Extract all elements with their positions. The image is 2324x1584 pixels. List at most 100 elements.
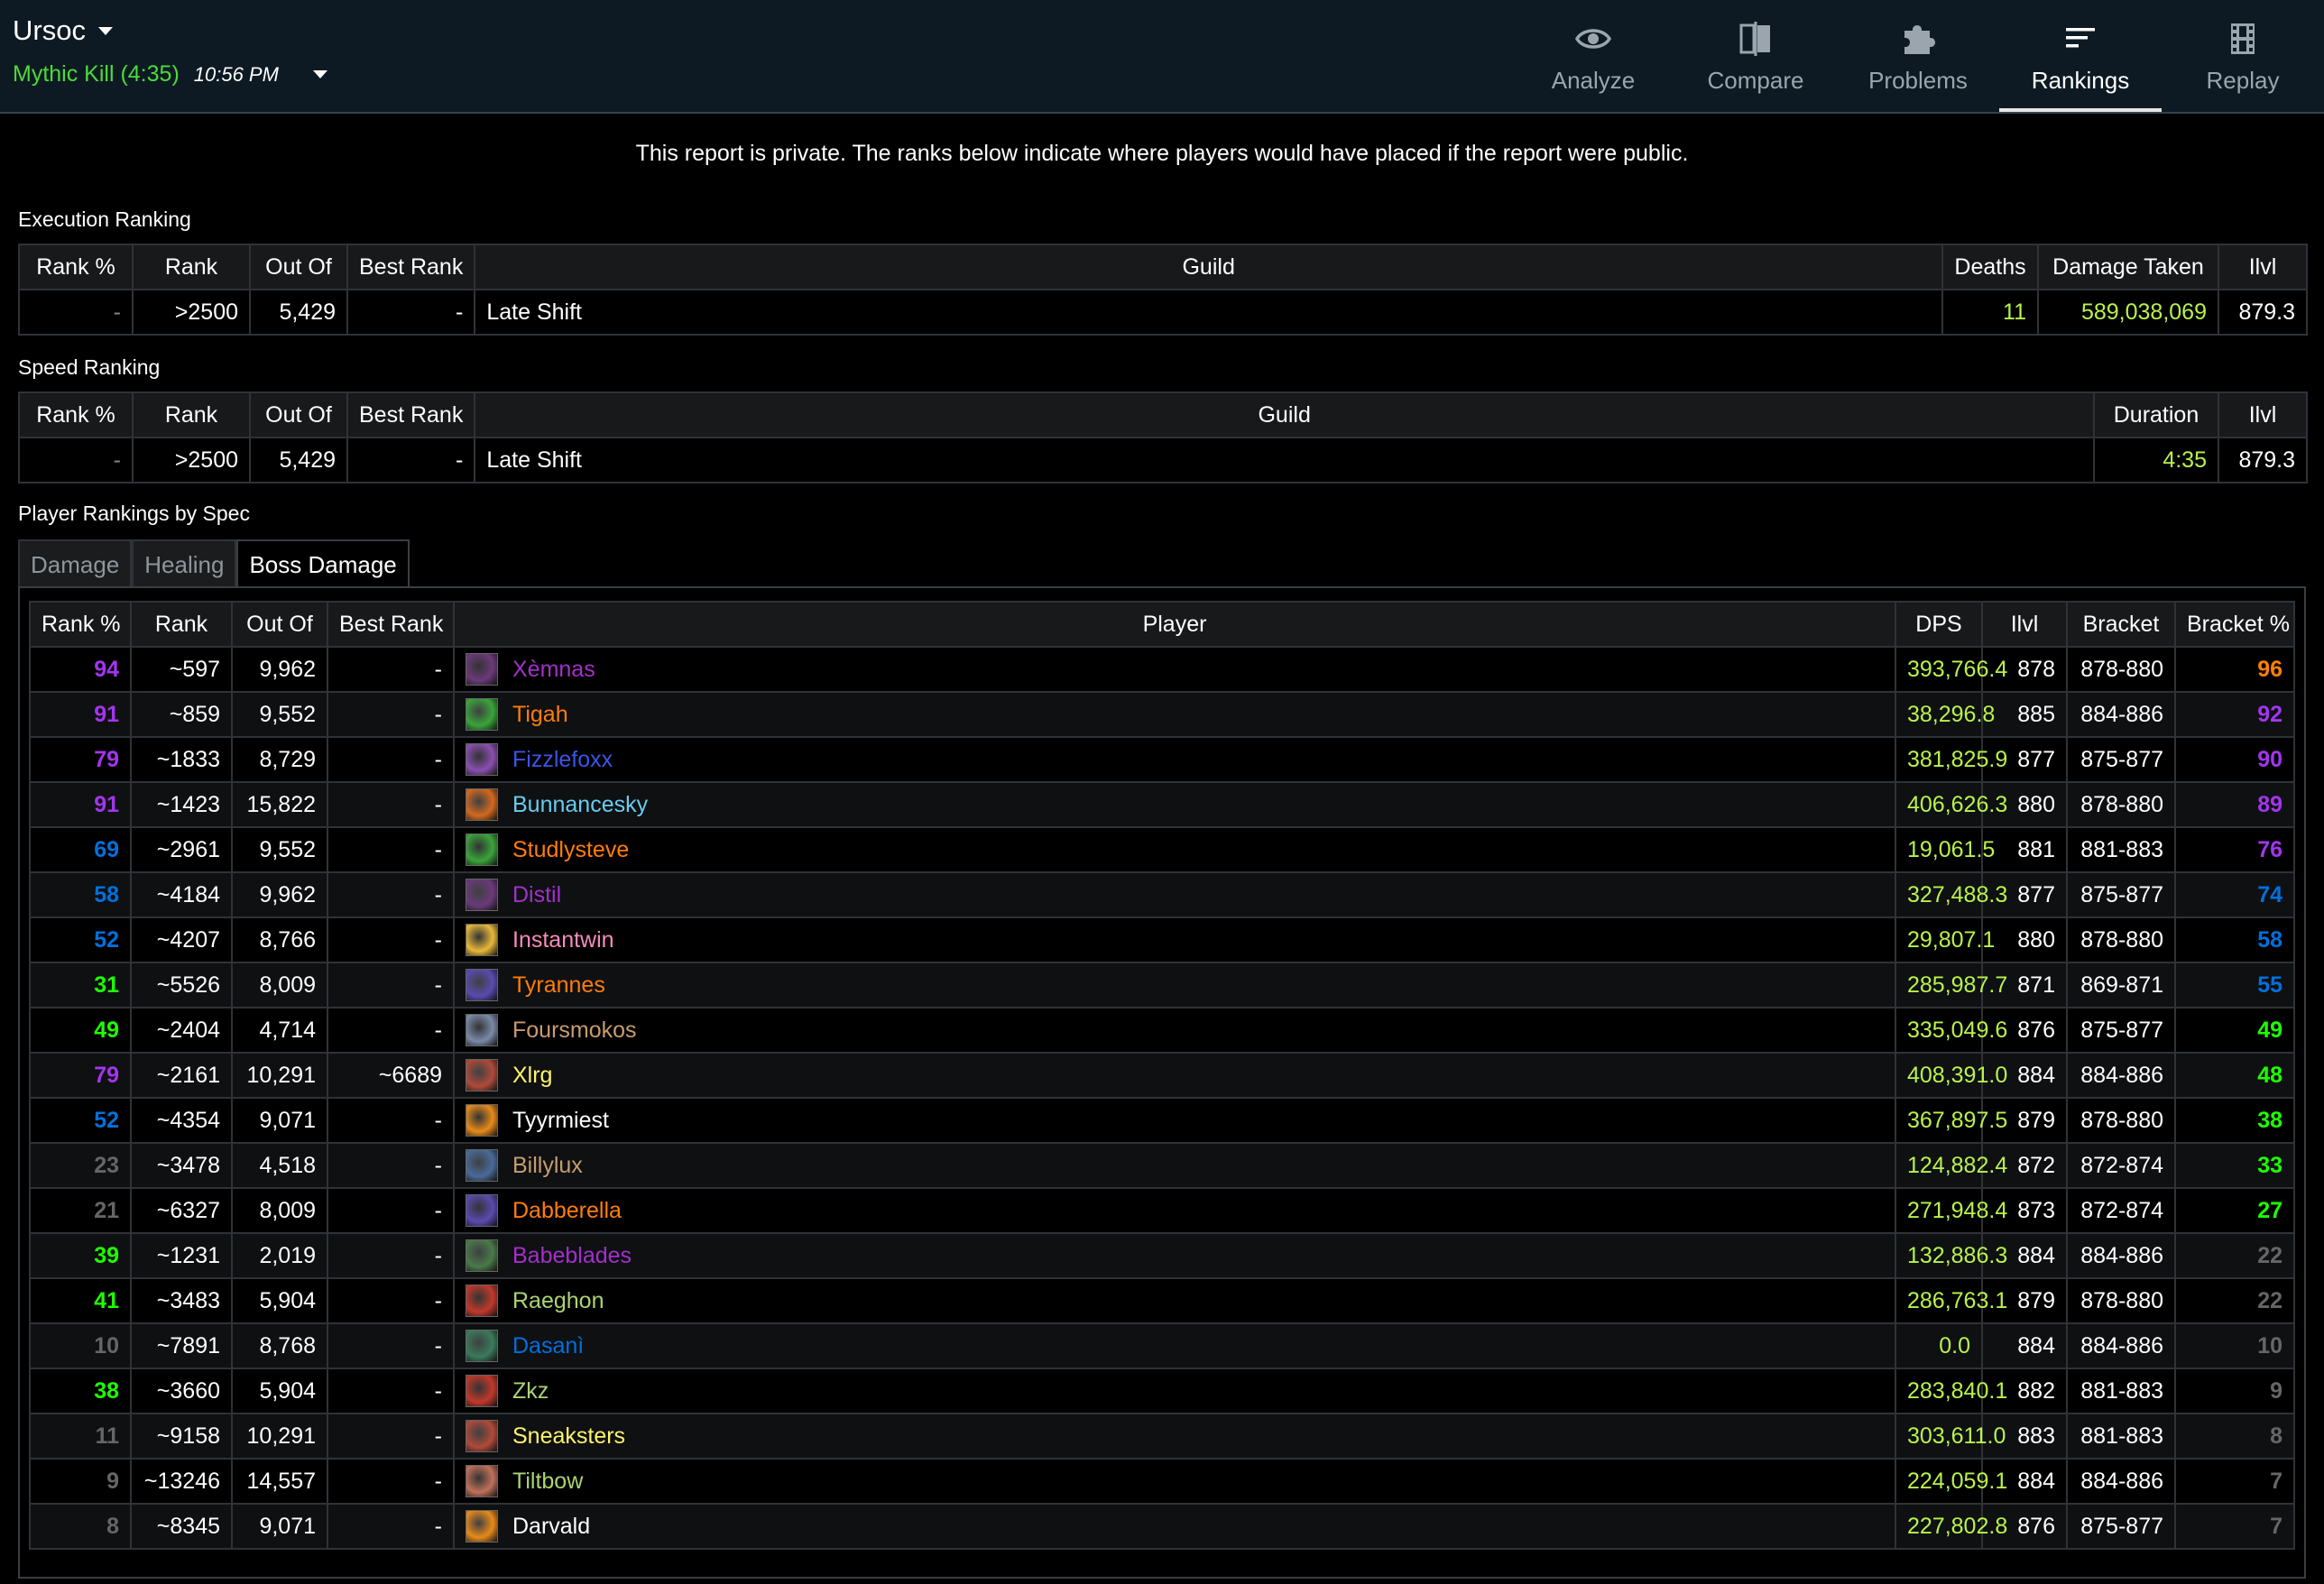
player-cell[interactable]: Distil	[453, 871, 1896, 918]
player-name[interactable]: Billylux	[512, 1153, 583, 1179]
best-rank-cell: -	[327, 826, 455, 873]
player-cell[interactable]: Instantwin	[453, 916, 1896, 963]
column-header[interactable]: Damage Taken	[2037, 244, 2219, 290]
nav-rankings[interactable]: Rankings	[1999, 0, 2162, 112]
column-header[interactable]: Out Of	[231, 601, 328, 648]
player-name[interactable]: Tyrannes	[512, 972, 605, 999]
column-header[interactable]: Rank %	[18, 244, 134, 290]
player-name[interactable]: Babeblades	[512, 1243, 632, 1269]
player-name[interactable]: Raeghon	[512, 1288, 604, 1314]
nav-replay[interactable]: Replay	[2162, 0, 2324, 112]
player-cell[interactable]: Dasanì	[453, 1322, 1896, 1369]
column-header[interactable]: Rank %	[18, 391, 134, 438]
player-name[interactable]: Dasanì	[512, 1333, 584, 1359]
player-name[interactable]: Xèmnas	[512, 657, 595, 683]
player-name[interactable]: Tigah	[512, 702, 568, 728]
column-header[interactable]: Best Rank	[346, 244, 476, 290]
column-header[interactable]: Guild	[474, 244, 1943, 290]
player-name[interactable]: Distil	[512, 882, 561, 908]
player-name[interactable]: Xlrg	[512, 1063, 552, 1089]
bracket-pct-cell: 55	[2174, 962, 2295, 1008]
bracket-pct-cell: 76	[2174, 826, 2295, 873]
ilvl-cell: 880	[1981, 916, 2068, 963]
player-name[interactable]: Studlysteve	[512, 837, 629, 863]
column-header[interactable]: Out Of	[249, 391, 348, 438]
column-header[interactable]: Player	[453, 601, 1896, 648]
table-row: 31 ~5526 8,009- Tyrannes 285,987.7 871 869-871…	[29, 962, 2295, 1008]
column-header[interactable]: Duration	[2093, 391, 2219, 438]
player-name[interactable]: Darvald	[512, 1514, 590, 1540]
player-name-wrap: Sneaksters	[466, 1420, 1884, 1452]
column-header[interactable]: Deaths	[1941, 244, 2039, 290]
column-header[interactable]: Ilvl	[1981, 601, 2068, 648]
player-cell[interactable]: Studlysteve	[453, 826, 1896, 873]
player-cell[interactable]: Babeblades	[453, 1232, 1896, 1279]
rank-pct-cell: 52	[29, 916, 132, 963]
column-header[interactable]: Best Rank	[327, 601, 455, 648]
tab-healing[interactable]: Healing	[132, 539, 237, 586]
bracket-cell: 878-880	[2066, 781, 2176, 828]
player-name[interactable]: Instantwin	[512, 927, 614, 953]
boss-selector[interactable]: Ursoc	[13, 14, 113, 47]
player-name[interactable]: Sneaksters	[512, 1423, 625, 1450]
player-name[interactable]: Fizzlefoxx	[512, 747, 613, 773]
player-cell[interactable]: Raeghon	[453, 1277, 1896, 1324]
ilvl-cell: 879.3	[2218, 437, 2308, 483]
best-rank-cell: -	[327, 1503, 455, 1550]
player-cell[interactable]: Darvald	[453, 1503, 1896, 1550]
ilvl-cell: 879.3	[2218, 289, 2308, 336]
tab-boss-damage[interactable]: Boss Damage	[236, 539, 410, 586]
player-cell[interactable]: Foursmokos	[453, 1007, 1896, 1054]
rank-cell: >2500	[132, 437, 251, 483]
tab-damage[interactable]: Damage	[18, 539, 133, 586]
player-name[interactable]: Foursmokos	[512, 1018, 637, 1044]
player-name[interactable]: Tiltbow	[512, 1469, 583, 1495]
player-cell[interactable]: Xlrg	[453, 1052, 1896, 1099]
execution-ranking-table: Rank % Rank Out Of Best Rank Guild Death…	[18, 244, 2308, 336]
film-icon	[2231, 23, 2255, 54]
player-cell[interactable]: Fizzlefoxx	[453, 736, 1896, 783]
dps-cell: 335,049.6	[1895, 1007, 2007, 1054]
bracket-pct-cell: 22	[2174, 1277, 2295, 1324]
player-cell[interactable]: Tigah	[453, 691, 1896, 738]
fight-selector[interactable]: Mythic Kill (4:35) 10:56 PM	[13, 61, 327, 87]
column-header[interactable]: Rank %	[29, 601, 132, 648]
column-header[interactable]: Guild	[474, 391, 2095, 438]
player-name[interactable]: Zkz	[512, 1378, 549, 1404]
player-name-wrap: Tyyrmiest	[466, 1104, 1884, 1137]
column-header[interactable]: Out Of	[249, 244, 348, 290]
player-cell[interactable]: Xèmnas	[453, 646, 1896, 693]
column-header[interactable]: Rank	[130, 601, 233, 648]
column-header[interactable]: Ilvl	[2218, 244, 2308, 290]
column-header[interactable]: Rank	[132, 391, 251, 438]
column-header[interactable]: Rank	[132, 244, 251, 290]
column-header[interactable]: Bracket	[2066, 601, 2176, 648]
nav-problems[interactable]: Problems	[1837, 0, 1999, 112]
out-of-cell: 9,552	[231, 826, 328, 873]
player-cell[interactable]: Bunnancesky	[453, 781, 1896, 828]
bracket-cell: 875-877	[2066, 736, 2176, 783]
player-cell[interactable]: Dabberella	[453, 1187, 1896, 1234]
best-rank-cell: -	[327, 916, 455, 963]
column-header[interactable]: DPS	[1895, 601, 1983, 648]
rank-cell: ~859	[130, 691, 233, 738]
rogue-spec-icon	[466, 1420, 498, 1452]
nav-analyze[interactable]: Analyze	[1512, 0, 1674, 112]
column-header[interactable]: Ilvl	[2218, 391, 2308, 438]
player-name[interactable]: Bunnancesky	[512, 792, 648, 818]
player-cell[interactable]: Tiltbow	[453, 1458, 1896, 1505]
player-cell[interactable]: Zkz	[453, 1368, 1896, 1414]
rank-cell: ~1423	[130, 781, 233, 828]
column-header[interactable]: Bracket %	[2174, 601, 2295, 648]
player-name[interactable]: Dabberella	[512, 1198, 622, 1224]
best-rank-cell: -	[327, 691, 455, 738]
nav-compare[interactable]: Compare	[1674, 0, 1837, 112]
dps-cell: 283,840.1	[1895, 1368, 2007, 1414]
player-name[interactable]: Tyyrmiest	[512, 1108, 609, 1134]
player-cell[interactable]: Tyyrmiest	[453, 1097, 1896, 1144]
player-cell[interactable]: Tyrannes	[453, 962, 1896, 1008]
out-of-cell: 9,071	[231, 1503, 328, 1550]
column-header[interactable]: Best Rank	[346, 391, 476, 438]
player-cell[interactable]: Sneaksters	[453, 1413, 1896, 1460]
player-cell[interactable]: Billylux	[453, 1142, 1896, 1189]
